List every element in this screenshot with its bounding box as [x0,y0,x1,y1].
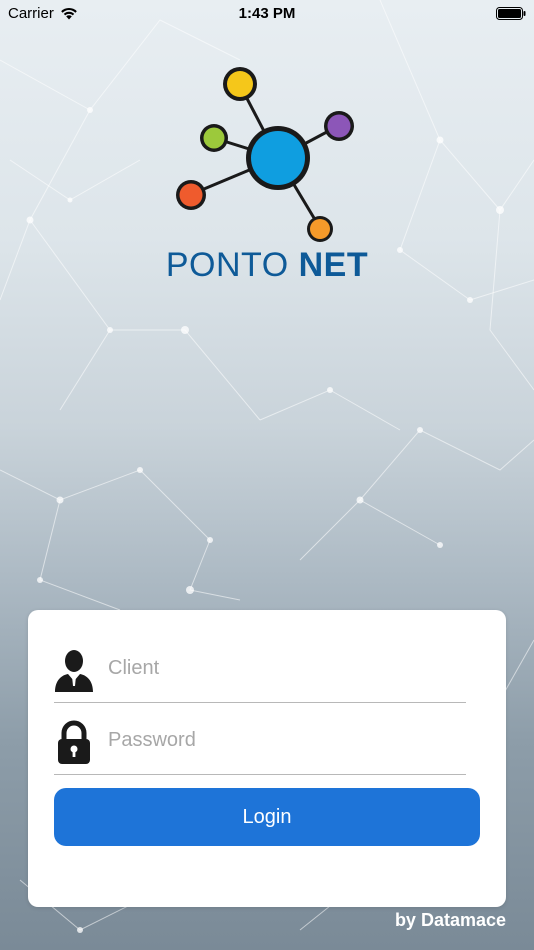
brand-name-net: NET [298,246,369,284]
login-button[interactable]: Login [54,788,480,846]
lock-icon [58,720,90,764]
brand-name-ponto: PONTO [165,246,299,284]
battery-icon [496,7,526,20]
user-icon [55,650,93,692]
client-field [54,638,466,703]
status-time: 1:43 PM [238,5,296,22]
client-input[interactable] [108,652,458,684]
brand-name: PONTO NET [0,246,534,285]
login-card: Login [28,610,506,907]
footer-credit: by Datamace [394,910,506,930]
ponto-net-logo [176,67,354,242]
status-bar: Carrier 1:43 PM [0,0,534,28]
password-field [54,710,466,775]
password-input[interactable] [108,724,458,756]
